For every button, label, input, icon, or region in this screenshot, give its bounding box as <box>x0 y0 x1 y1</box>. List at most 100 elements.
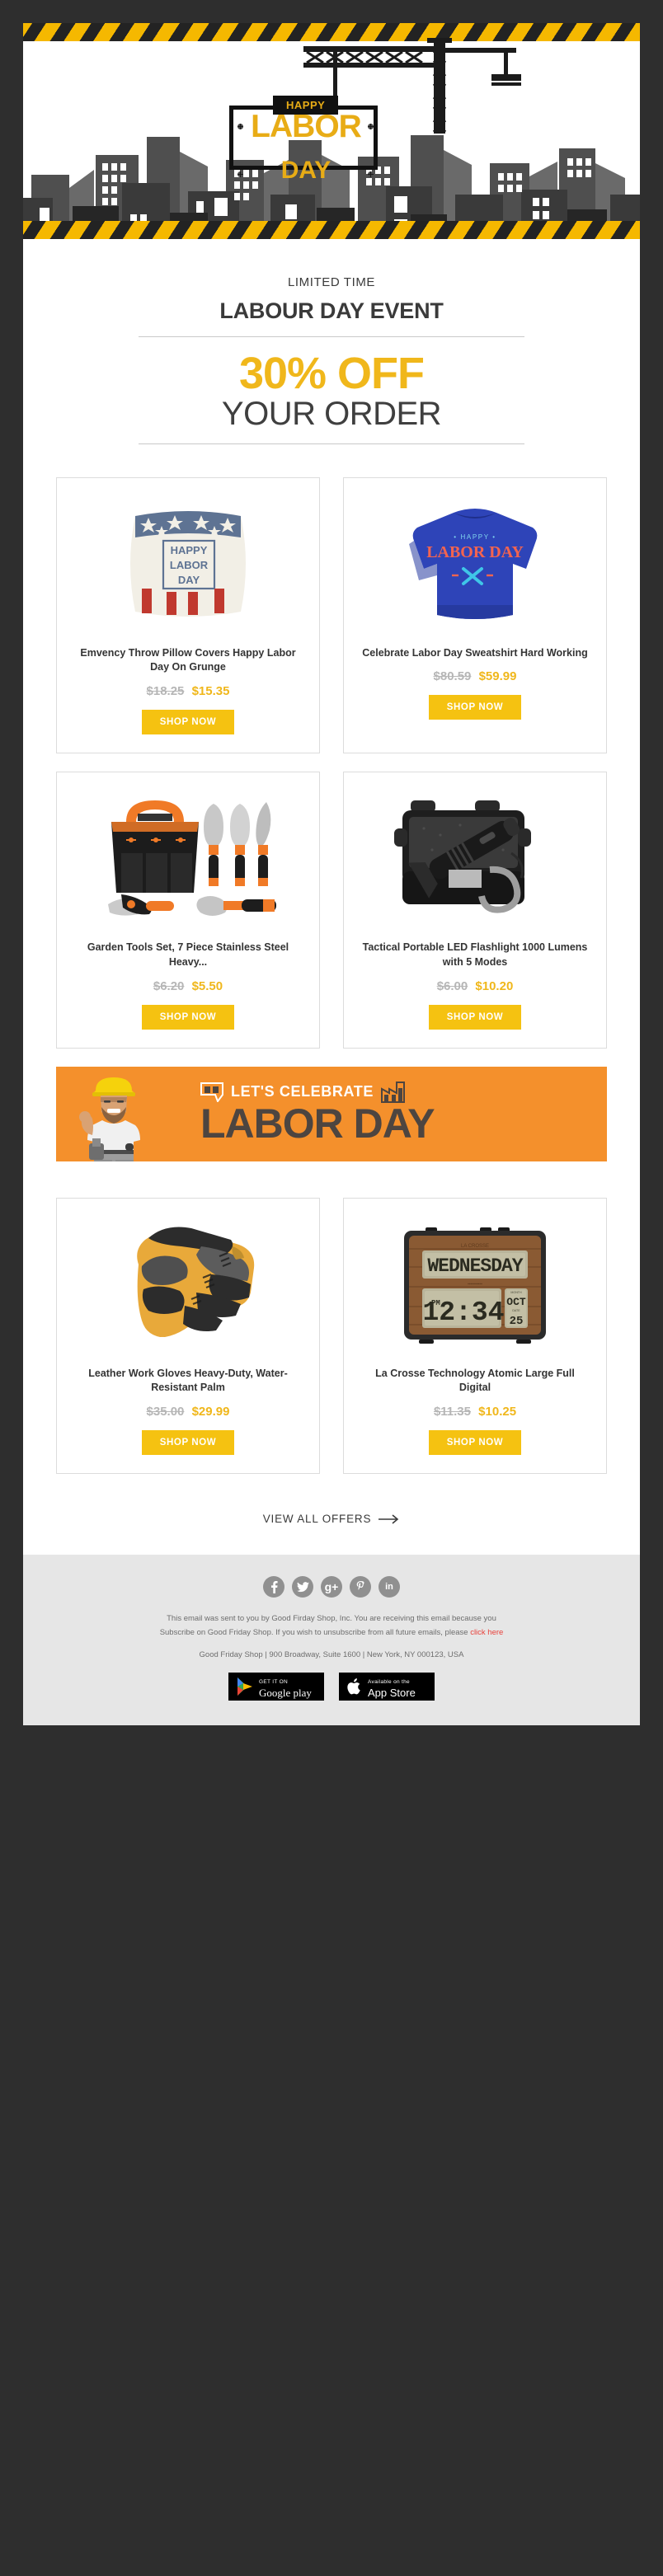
twitter-icon[interactable] <box>292 1576 313 1598</box>
app-store-small-label: Available on the <box>368 1678 410 1685</box>
sign-happy-label: HAPPY <box>273 96 339 115</box>
leather-work-gloves-image <box>70 1210 306 1358</box>
svg-text:▪▪▪▪▪▪▪▪▪▪: ▪▪▪▪▪▪▪▪▪▪ <box>468 1282 482 1287</box>
new-price: $59.99 <box>478 669 517 684</box>
celebrate-line2: LABOR DAY <box>200 1100 435 1147</box>
unsubscribe-link[interactable]: click here <box>470 1628 503 1637</box>
view-all-label: VIEW ALL OFFERS <box>262 1513 372 1526</box>
product-title: Tactical Portable LED Flashlight 1000 Lu… <box>362 941 588 968</box>
app-store-badge[interactable]: Available on the App Store <box>339 1673 435 1701</box>
arrow-right-icon <box>379 1514 399 1524</box>
old-price: $6.20 <box>153 978 185 993</box>
product-price: $35.00 $29.99 <box>70 1405 306 1419</box>
limited-time-label: LIMITED TIME <box>287 275 376 289</box>
new-price: $29.99 <box>191 1405 230 1419</box>
event-title: LABOUR DAY EVENT <box>219 298 444 323</box>
old-price: $11.35 <box>433 1405 471 1419</box>
google-plus-icon[interactable]: g+ <box>321 1576 342 1598</box>
new-price: $10.20 <box>475 978 514 993</box>
product-title: Leather Work Gloves Heavy-Duty, Water-Re… <box>88 1367 288 1394</box>
celebrate-line1: LET'S CELEBRATE <box>200 1081 435 1103</box>
old-price: $80.59 <box>433 669 472 684</box>
product-row: HAPPY LABOR DAY Emvency Throw Pillow Cov… <box>56 476 607 754</box>
pinterest-icon[interactable] <box>350 1576 371 1598</box>
facebook-icon[interactable] <box>263 1576 284 1598</box>
legal-line-1: This email was sent to you by Good Firda… <box>167 1614 496 1624</box>
new-price: $5.50 <box>191 978 223 993</box>
shop-now-button[interactable]: SHOP NOW <box>141 1004 235 1030</box>
page-bottom-padding <box>0 1725 663 1748</box>
svg-text:LABOR DAY: LABOR DAY <box>426 543 524 561</box>
view-all-section: VIEW ALL OFFERS <box>23 1492 640 1555</box>
google-play-icon <box>237 1677 252 1696</box>
product-card[interactable]: Tactical Portable LED Flashlight 1000 Lu… <box>343 772 607 1049</box>
old-price: $35.00 <box>146 1405 185 1419</box>
view-all-offers-link[interactable]: VIEW ALL OFFERS <box>263 1513 401 1525</box>
product-card[interactable]: Leather Work Gloves Heavy-Duty, Water-Re… <box>56 1197 320 1475</box>
digital-wall-clock-image: LA CROSSE WEDNESDAY ▪▪▪▪▪▪▪▪▪▪ PM 12:34 … <box>357 1210 593 1358</box>
google-play-big-label: Google play <box>259 1687 312 1700</box>
google-play-small-label: GET IT ON <box>259 1678 288 1685</box>
app-store-badges: GET IT ON Google play Available on the A… <box>56 1673 607 1701</box>
hazard-stripe-icon <box>23 221 640 239</box>
svg-text:DAY: DAY <box>178 574 200 586</box>
new-price: $10.25 <box>478 1405 517 1419</box>
shop-now-button[interactable]: SHOP NOW <box>428 695 522 720</box>
svg-text:HAPPY: HAPPY <box>171 544 208 556</box>
svg-text:• HAPPY •: • HAPPY • <box>454 533 496 541</box>
celebrate-line1-label: LET'S CELEBRATE <box>231 1083 374 1100</box>
apple-icon <box>347 1678 360 1695</box>
email-footer: g+ in This email was sent to you by Good… <box>23 1555 640 1726</box>
discount-subtitle: YOUR ORDER <box>221 395 442 432</box>
svg-text:25: 25 <box>510 1315 524 1328</box>
factory-icon <box>380 1081 405 1103</box>
google-play-badge[interactable]: GET IT ON Google play <box>228 1673 324 1701</box>
product-price: $6.20 $5.50 <box>70 979 306 993</box>
legal-line-2: Subscribe on Good Friday Shop. If you wi… <box>159 1627 471 1637</box>
shop-now-button[interactable]: SHOP NOW <box>141 1430 235 1456</box>
svg-text:MONTH: MONTH <box>510 1291 522 1294</box>
product-price: $11.35 $10.25 <box>357 1405 593 1419</box>
email-container: HAPPY LABOR DAY LIMITED TIME LABOUR DAY … <box>23 23 640 1726</box>
throw-pillow-usa-flag-image: HAPPY LABOR DAY <box>70 490 306 638</box>
construction-worker-icon <box>79 1077 140 1161</box>
celebrate-banner[interactable]: LET'S CELEBRATE LABOR DAY <box>56 1066 607 1161</box>
social-links: g+ in <box>56 1576 607 1598</box>
company-address: Good Friday Shop | 900 Broadway, Suite 1… <box>199 1650 464 1660</box>
product-title: La Crosse Technology Atomic Large Full D… <box>375 1367 575 1394</box>
product-card[interactable]: HAPPY LABOR DAY Emvency Throw Pillow Cov… <box>56 476 320 754</box>
product-price: $18.25 $15.35 <box>70 684 306 698</box>
sign-day-label: DAY <box>280 157 332 184</box>
product-card[interactable]: LA CROSSE WEDNESDAY ▪▪▪▪▪▪▪▪▪▪ PM 12:34 … <box>343 1197 607 1475</box>
old-price: $6.00 <box>436 978 468 993</box>
quote-mark-icon <box>200 1082 223 1102</box>
product-card[interactable]: • HAPPY • LABOR DAY Celebrate Labor Day … <box>343 476 607 754</box>
shop-now-button[interactable]: SHOP NOW <box>428 1004 522 1030</box>
product-row: Garden Tools Set, 7 Piece Stainless Stee… <box>56 772 607 1049</box>
linkedin-icon[interactable]: in <box>379 1576 400 1598</box>
sign-labor-label: LABOR <box>251 109 362 144</box>
product-card[interactable]: Garden Tools Set, 7 Piece Stainless Stee… <box>56 772 320 1049</box>
shop-now-button[interactable]: SHOP NOW <box>141 710 235 735</box>
svg-text:LA CROSSE: LA CROSSE <box>461 1244 489 1249</box>
product-title: Emvency Throw Pillow Covers Happy Labor … <box>80 646 296 673</box>
led-flashlight-case-image <box>357 784 593 932</box>
product-price: $6.00 $10.20 <box>357 979 593 993</box>
product-row: Leather Work Gloves Heavy-Duty, Water-Re… <box>56 1197 607 1475</box>
email-page: HAPPY LABOR DAY LIMITED TIME LABOUR DAY … <box>0 0 663 1726</box>
shop-now-button[interactable]: SHOP NOW <box>428 1430 522 1456</box>
product-price: $80.59 $59.99 <box>357 669 593 683</box>
svg-text:LABOR: LABOR <box>170 559 209 571</box>
svg-text:WEDNESDAY: WEDNESDAY <box>427 1255 523 1277</box>
divider <box>139 443 524 444</box>
product-grid-2: Leather Work Gloves Heavy-Duty, Water-Re… <box>23 1180 640 1475</box>
hero-banner: HAPPY LABOR DAY <box>23 23 640 246</box>
app-store-big-label: App Store <box>368 1687 416 1700</box>
garden-tools-set-image <box>70 784 306 932</box>
discount-amount: 30% OFF <box>238 349 425 398</box>
svg-text:OCT: OCT <box>506 1296 526 1308</box>
svg-text:DATE: DATE <box>512 1309 520 1312</box>
celebrate-text: LET'S CELEBRATE LABOR DAY <box>200 1081 435 1147</box>
product-title: Celebrate Labor Day Sweatshirt Hard Work… <box>362 646 588 659</box>
legal-text: This email was sent to you by Good Firda… <box>101 1612 562 1640</box>
